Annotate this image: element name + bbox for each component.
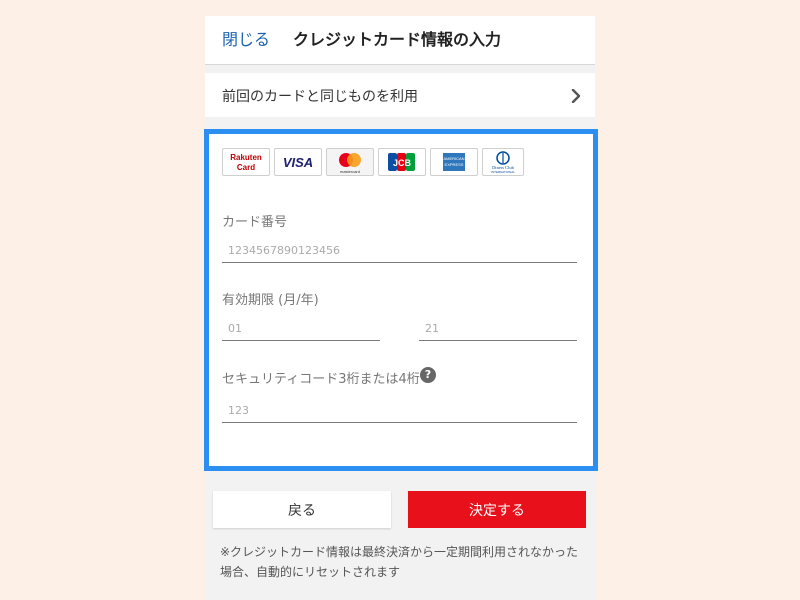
card-number-label: カード番号 (222, 215, 288, 230)
diners-logo-line2: INTERNATIONAL (491, 170, 515, 174)
card-number-input[interactable] (222, 239, 577, 263)
visa-logo-text: VISA (283, 155, 313, 170)
reuse-previous-card-label: 前回のカードと同じものを利用 (222, 89, 418, 105)
expiry-year-input[interactable] (419, 317, 577, 341)
reuse-previous-card-row[interactable]: 前回のカードと同じものを利用 (205, 73, 595, 117)
back-button[interactable]: 戻る (213, 491, 391, 528)
jcb-logo: JCB (378, 148, 426, 176)
submit-button[interactable]: 決定する (408, 491, 586, 528)
chevron-right-icon (571, 89, 581, 103)
rakuten-logo-line1: Rakuten (230, 153, 262, 162)
visa-logo: VISA (274, 148, 322, 176)
cvc-label: セキュリティコード3桁または4桁 (222, 372, 420, 387)
expiry-month-input[interactable] (222, 317, 380, 341)
rakuten-card-logo: Rakuten Card (222, 148, 270, 176)
cvc-input[interactable] (222, 399, 577, 423)
mastercard-logo: mastercard (326, 148, 374, 176)
rakuten-logo-line2: Card (237, 163, 255, 172)
header-bar: 閉じる クレジットカード情報の入力 (205, 16, 595, 65)
expiry-label: 有効期限 (月/年) (222, 293, 319, 308)
diners-club-logo: Diners Club INTERNATIONAL (482, 148, 524, 176)
page-title: クレジットカード情報の入力 (293, 30, 502, 49)
mastercard-logo-text: mastercard (340, 169, 360, 174)
help-icon[interactable]: ? (420, 367, 436, 383)
close-link[interactable]: 閉じる (222, 26, 270, 50)
jcb-logo-text: JCB (393, 158, 412, 168)
amex-logo-line1: AMERICAN (443, 156, 464, 161)
amex-logo-line2: EXPRESS (445, 162, 464, 167)
reset-notice: ※クレジットカード情報は最終決済から一定期間利用されなかった場合、自動的にリセッ… (220, 545, 579, 579)
amex-logo: AMERICAN EXPRESS (430, 148, 478, 176)
